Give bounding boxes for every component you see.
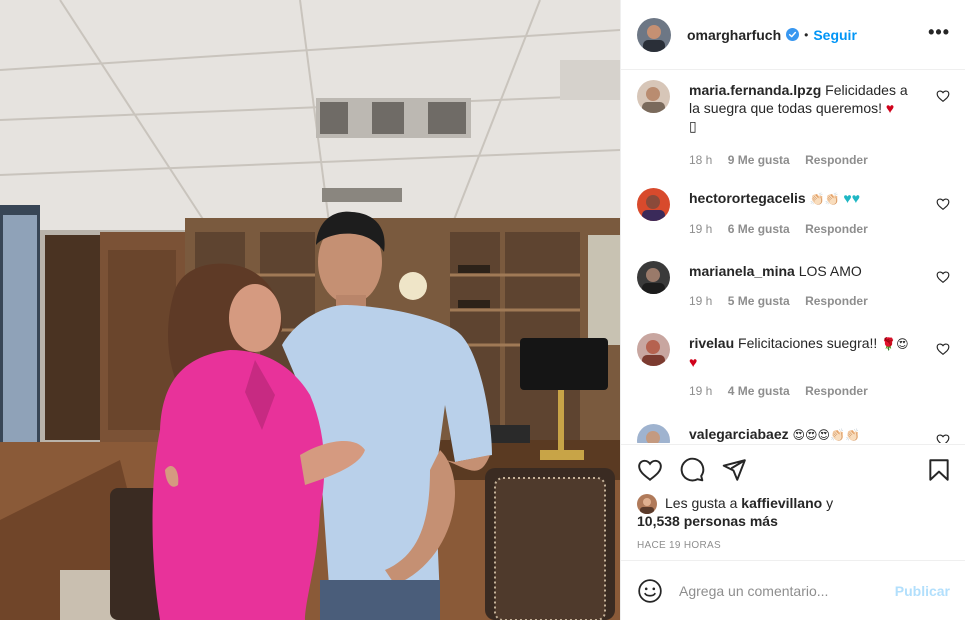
post-side-panel: omargharfuch • Seguir ••• maria.fernanda… [620,0,965,620]
verified-badge-icon [786,28,800,41]
comment-avatar[interactable] [637,80,670,113]
heart-emoji: ♥ [689,354,698,370]
comment-text-block: valegarciabaez 😍😍😍👏🏻👏🏻 [689,425,919,443]
comment-likes[interactable]: 6 Me gusta [728,222,790,236]
reply-button[interactable]: Responder [805,384,868,398]
comment-likes[interactable]: 4 Me gusta [728,384,790,398]
smile-icon[interactable] [637,578,663,604]
comment-like-icon[interactable] [936,89,950,103]
author-username[interactable]: omargharfuch [687,27,781,43]
comment-avatar[interactable] [637,261,670,294]
comment-text: Felicitaciones suegra!! [738,335,878,351]
comment-item: maria.fernanda.lpzg Felicidades a la sue… [637,75,950,167]
comment-like-icon[interactable] [936,270,950,284]
heart-eyes-emoji: 😍😍😍👏🏻👏🏻 [792,428,860,442]
heart-icon[interactable] [637,457,663,483]
post-photo[interactable] [0,0,620,620]
share-icon[interactable] [721,457,747,483]
comment-item: valegarciabaez 😍😍😍👏🏻👏🏻 [637,419,950,443]
comment-input[interactable] [679,582,879,599]
post-timestamp[interactable]: HACE 19 HORAS [637,540,721,551]
reply-button[interactable]: Responder [805,153,868,167]
office-scene [0,0,620,620]
comment-time: 19 h [689,294,713,308]
rose-emoji: 🌹😍 [881,337,909,351]
comment-username[interactable]: valegarciabaez [689,426,789,442]
comment-meta: 19 h 5 Me gusta Responder [689,294,880,308]
reply-button[interactable]: Responder [805,222,868,236]
clap-emoji: 👏🏻👏🏻 [809,192,840,206]
comment-meta: 19 h 6 Me gusta Responder [689,222,880,236]
comment-meta: 18 h 9 Me gusta Responder [689,153,880,167]
comment-composer: Publicar [621,560,965,620]
liker-avatar[interactable] [637,494,657,514]
comment-username[interactable]: hectorortegacelis [689,190,806,206]
emoji-placeholder: ▯ [689,118,697,134]
comment-text-block: rivelau Felicitaciones suegra!! 🌹😍 ♥ [689,334,919,371]
comment-likes[interactable]: 5 Me gusta [728,294,790,308]
heart-emoji: ♥♥ [843,190,861,206]
reply-button[interactable]: Responder [805,294,868,308]
comment-avatar[interactable] [637,333,670,366]
comment-item: marianela_mina LOS AMO 19 h 5 Me gusta R… [637,256,950,318]
comment-time: 19 h [689,384,713,398]
comments-list[interactable]: maria.fernanda.lpzg Felicidades a la sue… [621,71,965,443]
author-avatar[interactable] [637,17,671,52]
comment-avatar[interactable] [637,424,670,443]
action-bar [637,457,950,487]
comment-text: LOS AMO [798,263,862,279]
comment-like-icon[interactable] [936,197,950,211]
comment-text-block: hectorortegacelis 👏🏻👏🏻 ♥♥ [689,189,919,208]
comment-username[interactable]: rivelau [689,335,734,351]
header-separator: • [804,27,809,42]
comment-avatar[interactable] [637,188,670,221]
publish-button[interactable]: Publicar [895,583,950,599]
follow-button[interactable]: Seguir [813,27,857,43]
comment-item: rivelau Felicitaciones suegra!! 🌹😍 ♥ 19 … [637,328,950,408]
comment-time: 19 h [689,222,713,236]
comment-like-icon[interactable] [936,433,950,443]
post-header: omargharfuch • Seguir ••• [621,0,965,70]
more-options-icon[interactable]: ••• [928,22,950,43]
comment-text-block: maria.fernanda.lpzg Felicidades a la sue… [689,81,919,135]
comment-icon[interactable] [679,457,705,483]
likes-connector: y [826,495,834,511]
comment-item: hectorortegacelis 👏🏻👏🏻 ♥♥ 19 h 6 Me gust… [637,183,950,245]
bookmark-icon[interactable] [926,457,952,483]
comment-username[interactable]: marianela_mina [689,263,795,279]
comment-text-block: marianela_mina LOS AMO [689,262,919,280]
heart-emoji: ♥ [885,100,895,116]
likes-count[interactable]: 10,538 personas más [637,512,937,530]
comment-likes[interactable]: 9 Me gusta [728,153,790,167]
comment-like-icon[interactable] [936,342,950,356]
comment-meta: 19 h 4 Me gusta Responder [689,384,880,398]
likes-prefix: Les gusta a [665,495,738,511]
comment-time: 18 h [689,153,713,167]
liker-username[interactable]: kaffievillano [741,495,822,511]
comment-username[interactable]: maria.fernanda.lpzg [689,82,821,98]
likes-summary: Les gusta a kaffievillano y 10,538 perso… [637,494,937,530]
